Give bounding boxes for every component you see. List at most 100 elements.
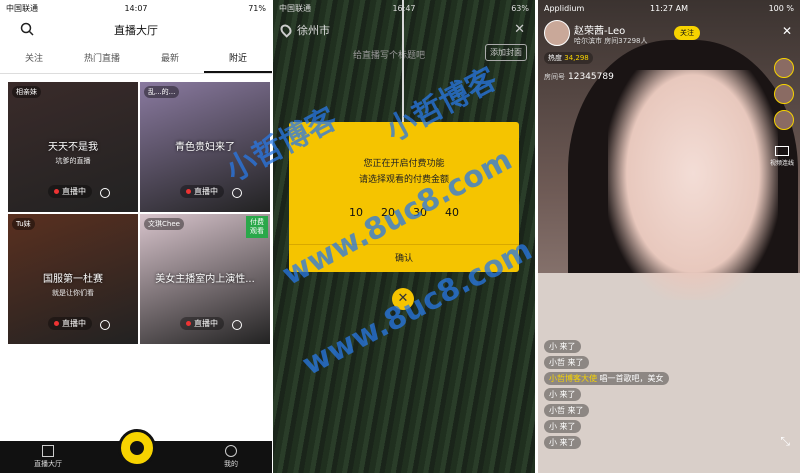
chat-message: 小哲 来了 (544, 356, 589, 369)
chat-user: 小 (549, 342, 557, 351)
close-modal-icon[interactable]: ✕ (392, 288, 414, 310)
tab-nearby[interactable]: 附近 (204, 44, 272, 73)
amount-option[interactable]: 10 (349, 206, 363, 219)
chat-user: 小哲 (549, 358, 565, 367)
tab-bar: 关注 热门直播 最新 附近 (0, 44, 272, 74)
live-hall-screen: 中国联通 14:07 71% 直播大厅 关注 热门直播 最新 附近 相亲妹 天天… (0, 0, 272, 473)
chat-text: 来了 (559, 390, 576, 399)
live-card[interactable]: 乱...的... 青色贵妇来了 直播中 (140, 82, 270, 212)
confirm-button[interactable]: 确认 (289, 244, 519, 272)
chat-message: 小哲 来了 (544, 404, 589, 417)
viewer-avatar[interactable] (774, 110, 794, 130)
heat-label: 热度 (548, 54, 562, 62)
location-icon (232, 188, 242, 198)
chat-text: 来了 (559, 422, 576, 431)
viewer-avatar[interactable] (774, 58, 794, 78)
live-card[interactable]: 文琪Chee 付费观看 美女主播室内上演性... 直播中 (140, 214, 270, 344)
follow-button[interactable]: 关注 (674, 26, 700, 40)
amount-option[interactable]: 30 (413, 206, 427, 219)
modal-line2: 请选择观看的付费金额 (358, 175, 449, 185)
host-avatar[interactable] (544, 20, 570, 46)
battery: 100 % (768, 3, 794, 13)
start-live-button[interactable] (118, 429, 156, 467)
location-icon (100, 320, 110, 330)
heat-value: 34,298 (564, 54, 589, 62)
expand-icon[interactable]: ⤡ (780, 434, 790, 449)
amount-options: 10 20 30 40 (289, 206, 519, 219)
streamer-face (608, 70, 778, 300)
room-number: 房间号 12345789 (544, 72, 614, 82)
user-icon (225, 445, 237, 457)
home-icon (42, 445, 54, 457)
chat-list: 小 来了 小哲 来了 小哲博客大使 唱一首歌吧，美女 小 来了 小哲 来了 小 … (544, 340, 669, 452)
add-cover-button[interactable]: 添加封面 (485, 44, 527, 61)
search-icon[interactable] (20, 22, 34, 36)
video-link-button[interactable]: 视频连线 (768, 146, 796, 167)
close-icon[interactable]: ✕ (514, 22, 525, 37)
amount-option[interactable]: 20 (381, 206, 395, 219)
chat-text: 来了 (559, 438, 576, 447)
nav-label: 我的 (224, 460, 238, 468)
live-badge: 直播中 (180, 185, 224, 198)
chat-text: 来了 (559, 342, 576, 351)
nav-live-hall[interactable]: 直播大厅 (34, 441, 62, 473)
chat-text: 来了 (567, 406, 584, 415)
chat-message: 小 来了 (544, 340, 581, 353)
heat-badge: 热度 34,298 (544, 52, 593, 64)
chat-text: 唱一首歌吧，美女 (599, 374, 664, 383)
close-icon[interactable]: ✕ (782, 24, 792, 38)
live-badge: 直播中 (48, 317, 92, 330)
amount-option[interactable]: 40 (445, 206, 459, 219)
video-link-label: 视频连线 (769, 160, 794, 167)
chat-user: 小 (549, 438, 557, 447)
card-title: 天天不是我 (48, 142, 98, 153)
chat-user: 小 (549, 422, 557, 431)
live-grid: 相亲妹 天天不是我 坑爹的直播 直播中 乱...的... 青色贵妇来了 直播中 … (8, 82, 270, 344)
location[interactable]: 徐州市 (278, 22, 330, 38)
battery: 63% (511, 3, 529, 13)
card-title: 美女主播室内上演性... (155, 274, 255, 285)
tab-follow[interactable]: 关注 (0, 44, 68, 73)
page-title: 直播大厅 (114, 24, 158, 37)
live-room-screen: Applidium 11:27 AM 100 % 赵荣茜-Leo 哈尔滨市 房间… (538, 0, 800, 473)
chat-text: 来了 (567, 358, 584, 367)
paid-badge: 付费观看 (246, 216, 268, 238)
card-tag: 乱...的... (144, 86, 180, 98)
live-card[interactable]: Tu妹 国服第一杜赛 就是让你们看 直播中 (8, 214, 138, 344)
host-city: 哈尔滨市 (574, 37, 602, 45)
host-location: 哈尔滨市 房间37298人 (574, 36, 648, 46)
chat-message: 小 来了 (544, 388, 581, 401)
chat-user: 小哲 (549, 406, 565, 415)
status-bar: 中国联通 16:47 63% (273, 0, 535, 16)
live-card[interactable]: 相亲妹 天天不是我 坑爹的直播 直播中 (8, 82, 138, 212)
location-icon (100, 188, 110, 198)
location-icon (232, 320, 242, 330)
carrier: Applidium (544, 3, 585, 13)
clock: 16:47 (392, 3, 416, 13)
room-value: 12345789 (568, 72, 614, 82)
title-input[interactable]: 给直播写个标题吧 (353, 48, 425, 61)
status-bar: Applidium 11:27 AM 100 % (538, 0, 800, 16)
card-tag: 文琪Chee (144, 218, 184, 230)
tab-hot[interactable]: 热门直播 (68, 44, 136, 73)
nav-mine[interactable]: 我的 (224, 441, 238, 473)
location-label: 徐州市 (297, 24, 330, 37)
status-bar: 中国联通 14:07 71% (0, 0, 272, 16)
pay-modal: 您正在开启付费功能 请选择观看的付费金额 10 20 30 40 确认 (289, 122, 519, 272)
header: 直播大厅 (0, 16, 272, 44)
carrier: 中国联通 (279, 3, 311, 13)
battery: 71% (248, 3, 266, 13)
viewer-avatar[interactable] (774, 84, 794, 104)
card-tag: 相亲妹 (12, 86, 41, 98)
host-viewers: 房间37298人 (604, 37, 648, 45)
host-name: 赵荣茜-Leo (574, 26, 626, 37)
carrier: 中国联通 (6, 3, 38, 13)
chat-user: 小 (549, 390, 557, 399)
card-tag: Tu妹 (12, 218, 35, 230)
tab-latest[interactable]: 最新 (136, 44, 204, 73)
card-subtitle: 就是让你们看 (52, 289, 94, 297)
chat-message: 小 来了 (544, 436, 581, 449)
location-pin-icon (278, 22, 294, 38)
card-title: 青色贵妇来了 (175, 142, 235, 153)
chat-user: 小哲博客大使 (549, 374, 597, 383)
